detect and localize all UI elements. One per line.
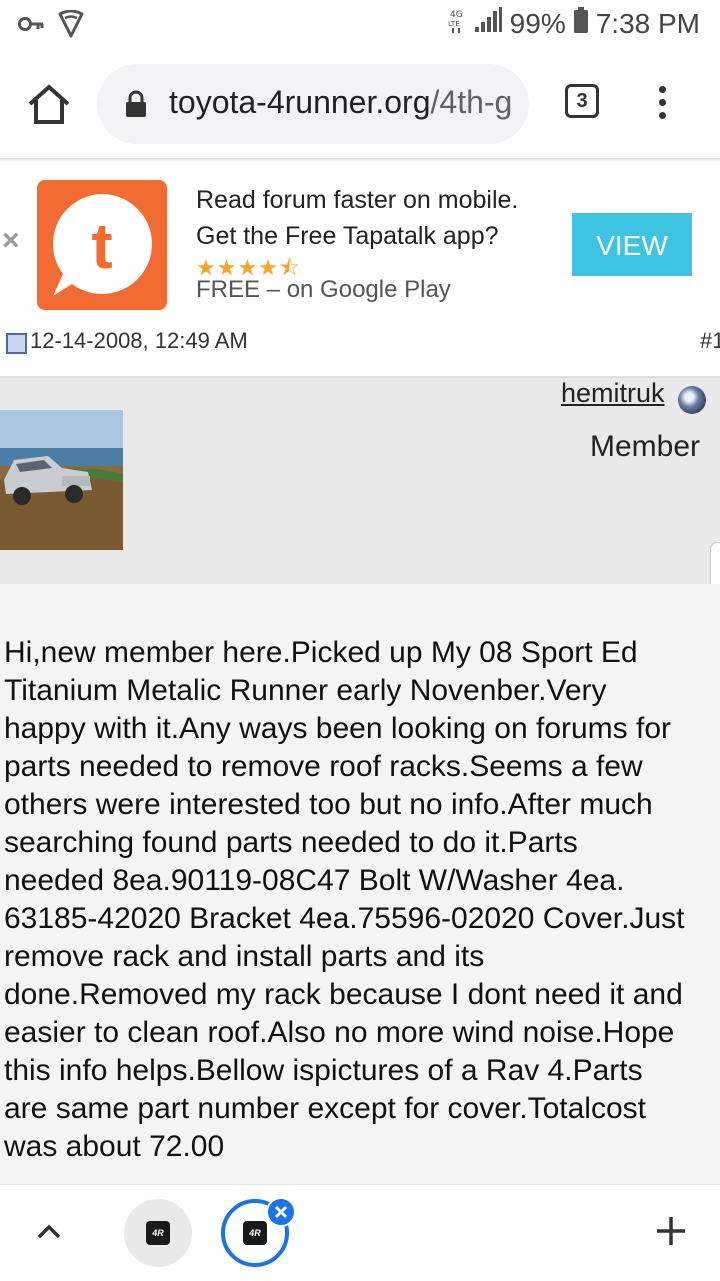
network-type-icon: 4G LTE	[448, 6, 466, 41]
app-promo-banner: × t Read forum faster on mobile. Get the…	[0, 162, 720, 322]
svg-text:4G: 4G	[450, 10, 463, 20]
site-favicon-icon: 4R	[146, 1221, 170, 1245]
banner-headline: Read forum faster on mobile.	[196, 186, 519, 214]
banner-store-text: FREE – on Google Play	[196, 276, 451, 303]
post-date: 12-14-2008, 12:49 AM	[30, 328, 248, 353]
battery-percent: 99%	[509, 7, 566, 39]
signal-icon	[474, 7, 502, 40]
url-domain: toyota-4runner.org	[169, 84, 431, 120]
post-message-area: Hi,new member here.Picked up My 08 Sport…	[0, 584, 720, 1184]
address-bar[interactable]: toyota-4runner.org/4th-g	[97, 64, 529, 144]
shield-icon	[58, 9, 84, 43]
browser-toolbar: toyota-4runner.org/4th-g 3	[0, 58, 720, 158]
url-path: /4th-g	[430, 84, 513, 120]
close-tab-icon[interactable]	[266, 1197, 296, 1227]
post-number-link[interactable]: #1	[700, 328, 720, 354]
logo-letter: t	[91, 210, 112, 282]
chevron-up-icon[interactable]	[36, 1219, 62, 1250]
banner-subline: Get the Free Tapatalk app?	[196, 222, 499, 250]
username-link[interactable]: hemitruk	[561, 378, 665, 409]
close-icon[interactable]: ×	[2, 224, 20, 258]
post-status-icon	[6, 333, 27, 354]
overflow-menu-icon[interactable]	[652, 86, 672, 126]
svg-text:LTE: LTE	[448, 20, 460, 28]
tapatalk-logo: t	[37, 180, 167, 310]
user-title: Member	[590, 430, 701, 463]
url-text: toyota-4runner.org/4th-g	[169, 84, 519, 121]
user-avatar[interactable]	[0, 410, 123, 550]
tab-strip: 4R 4R	[0, 1184, 720, 1281]
online-status-icon	[678, 386, 706, 414]
site-favicon-icon: 4R	[243, 1221, 267, 1245]
key-icon	[18, 16, 44, 37]
post-body-text: Hi,new member here.Picked up My 08 Sport…	[4, 636, 685, 1163]
battery-icon	[573, 7, 588, 40]
user-info-panel: hemitruk Member	[0, 378, 720, 670]
lock-icon	[125, 90, 147, 123]
new-tab-plus-icon[interactable]	[655, 1215, 687, 1252]
home-icon	[28, 84, 70, 124]
clock: 7:38 PM	[595, 7, 700, 39]
tab-thumbnail[interactable]: 4R	[124, 1199, 192, 1267]
post-meta-row: 12-14-2008, 12:49 AM #1	[0, 322, 720, 378]
view-button[interactable]: VIEW	[572, 213, 692, 276]
status-bar: 4G LTE 99% 7:38 PM	[0, 0, 720, 50]
home-button[interactable]	[26, 82, 72, 128]
tab-switcher-button[interactable]: 3	[565, 84, 599, 118]
